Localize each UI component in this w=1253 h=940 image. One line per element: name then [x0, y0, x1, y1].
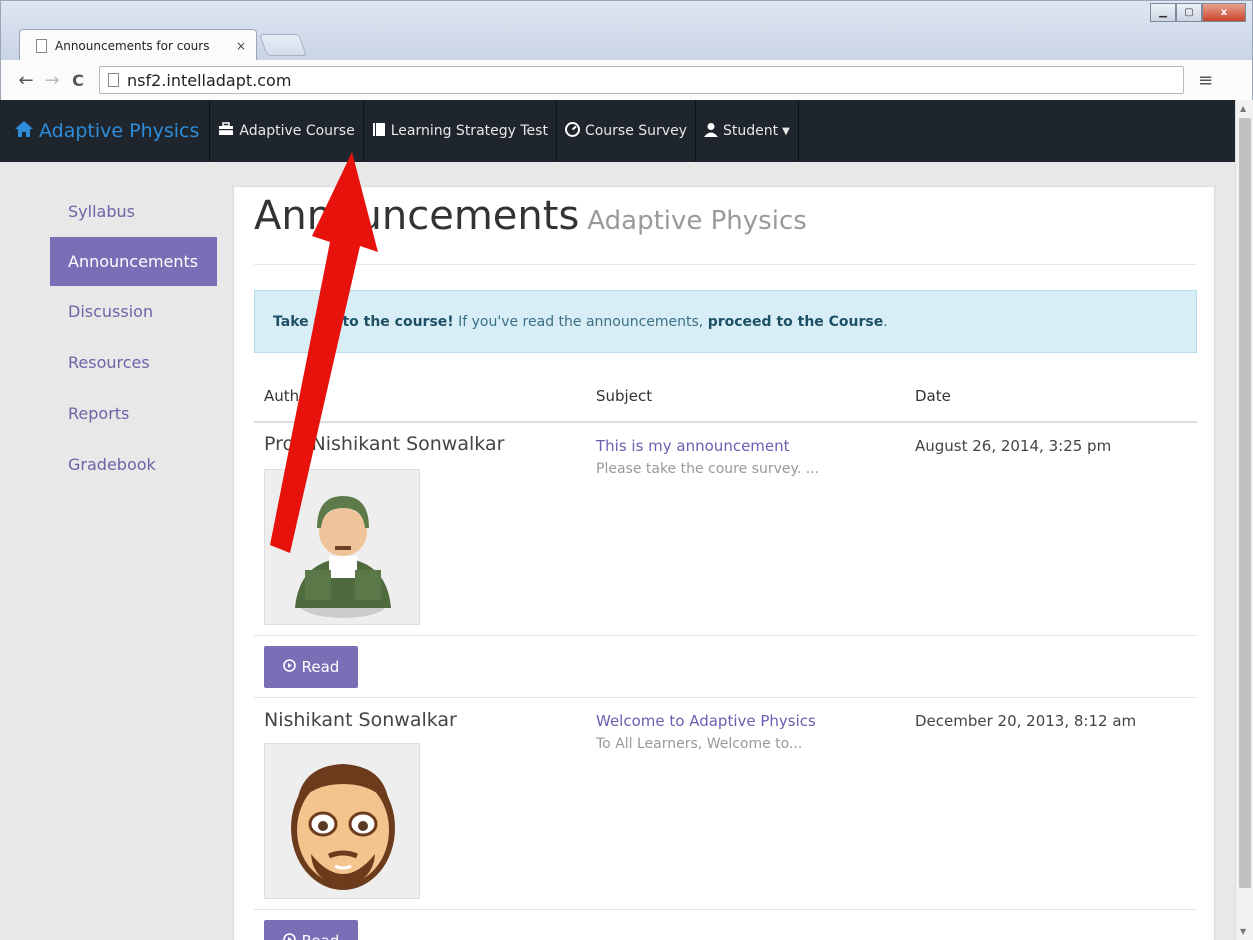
- dashboard-icon: [564, 121, 580, 141]
- briefcase-icon: [218, 122, 234, 140]
- minimize-button[interactable]: ▁: [1150, 3, 1176, 22]
- course-alert: Take me to the course! If you've read th…: [254, 290, 1197, 353]
- maximize-button[interactable]: ▢: [1176, 3, 1202, 22]
- nav-label: Student: [722, 123, 779, 139]
- column-header-subject: Subject: [596, 387, 653, 405]
- sidebar-item-discussion[interactable]: Discussion: [50, 286, 217, 337]
- alert-course-link[interactable]: Take me to the course!: [273, 314, 454, 330]
- divider: [254, 264, 1196, 265]
- read-button-label: Read: [301, 658, 340, 676]
- row-divider: [254, 909, 1197, 910]
- back-button[interactable]: ←: [13, 70, 39, 91]
- close-window-button[interactable]: x: [1202, 3, 1246, 22]
- alert-proceed-link[interactable]: proceed to the Course: [708, 314, 884, 330]
- author-avatar: [264, 743, 420, 899]
- announcement-date: December 20, 2013, 8:12 am: [915, 712, 1137, 730]
- announcements-panel: Announcements Adaptive Physics Take me to…: [233, 186, 1215, 940]
- read-button[interactable]: Read: [264, 920, 358, 940]
- new-tab-button[interactable]: [258, 34, 308, 56]
- nav-learning-strategy-test[interactable]: Learning Strategy Test: [364, 100, 557, 162]
- browser-toolbar: ← → C nsf2.intelladapt.com ≡: [0, 60, 1253, 100]
- subject-link[interactable]: This is my announcement: [596, 437, 790, 455]
- row-divider: [254, 697, 1197, 698]
- sidebar-item-gradebook[interactable]: Gradebook: [50, 439, 217, 490]
- brand-label: Adaptive Physics: [39, 120, 200, 142]
- browser-tab[interactable]: Announcements for cours ×: [19, 29, 257, 61]
- sidebar-item-syllabus[interactable]: Syllabus: [50, 186, 217, 237]
- reload-button[interactable]: C: [65, 71, 91, 90]
- scroll-thumb[interactable]: [1239, 118, 1251, 888]
- page-title: Announcements Adaptive Physics: [254, 193, 807, 239]
- author-name: Prof. Nishikant Sonwalkar: [264, 433, 505, 455]
- book-icon: [372, 122, 386, 141]
- tab-close-icon[interactable]: ×: [236, 39, 246, 53]
- nav-label: Learning Strategy Test: [390, 123, 548, 139]
- sidebar-item-resources[interactable]: Resources: [50, 337, 217, 388]
- subject-preview: To All Learners, Welcome to...: [596, 736, 803, 752]
- scroll-up-icon[interactable]: ▲: [1240, 104, 1246, 113]
- subject-link[interactable]: Welcome to Adaptive Physics: [596, 712, 816, 730]
- row-divider: [254, 635, 1197, 636]
- read-button[interactable]: Read: [264, 646, 358, 688]
- play-circle-icon: [282, 932, 296, 940]
- course-sidebar: Syllabus Announcements Discussion Resour…: [50, 186, 217, 490]
- sidebar-item-reports[interactable]: Reports: [50, 388, 217, 439]
- nav-course-survey[interactable]: Course Survey: [557, 100, 696, 162]
- app-navbar: Adaptive Physics Adaptive Course Learnin…: [0, 100, 1235, 162]
- column-header-author: Author: [264, 387, 315, 405]
- nav-student-menu[interactable]: Student ▼: [696, 100, 799, 162]
- soldier-avatar: [295, 496, 391, 618]
- url-text: nsf2.intelladapt.com: [127, 70, 292, 90]
- home-icon: [14, 119, 34, 143]
- page-icon: [108, 73, 119, 87]
- nav-label: Course Survey: [584, 123, 687, 139]
- brand-link[interactable]: Adaptive Physics: [0, 100, 211, 162]
- browser-titlebar: Announcements for cours × ▁ ▢ x: [0, 0, 1253, 61]
- author-avatar: [264, 469, 420, 625]
- address-bar[interactable]: nsf2.intelladapt.com: [99, 66, 1184, 94]
- forward-button[interactable]: →: [39, 70, 65, 91]
- subject-preview: Please take the coure survey. ...: [596, 461, 820, 477]
- alert-text: If you've read the announcements,: [453, 313, 708, 330]
- read-button-label: Read: [302, 932, 340, 940]
- page-subtitle: Adaptive Physics: [587, 206, 807, 236]
- table-header-rule: [254, 421, 1197, 423]
- bearded-man-avatar: [291, 764, 395, 890]
- alert-text-tail: .: [883, 313, 888, 330]
- browser-menu-icon[interactable]: ≡: [1198, 70, 1213, 91]
- page-icon: [36, 38, 47, 53]
- nav-adaptive-course[interactable]: Adaptive Course: [210, 100, 364, 162]
- window-controls: ▁ ▢ x: [1150, 3, 1246, 22]
- page-title-text: Announcements: [254, 193, 580, 239]
- user-icon: [703, 122, 718, 141]
- nav-label: Adaptive Course: [239, 123, 355, 139]
- scroll-down-icon[interactable]: ▼: [1240, 927, 1246, 936]
- announcement-date: August 26, 2014, 3:25 pm: [915, 437, 1112, 455]
- tab-title: Announcements for cours: [55, 38, 210, 53]
- author-name: Nishikant Sonwalkar: [264, 709, 457, 731]
- column-header-date: Date: [915, 387, 951, 405]
- play-circle-icon: [282, 658, 296, 676]
- page-scrollbar[interactable]: ▲ ▼: [1235, 100, 1253, 940]
- chevron-down-icon: ▼: [782, 125, 790, 137]
- sidebar-item-announcements[interactable]: Announcements: [50, 237, 217, 286]
